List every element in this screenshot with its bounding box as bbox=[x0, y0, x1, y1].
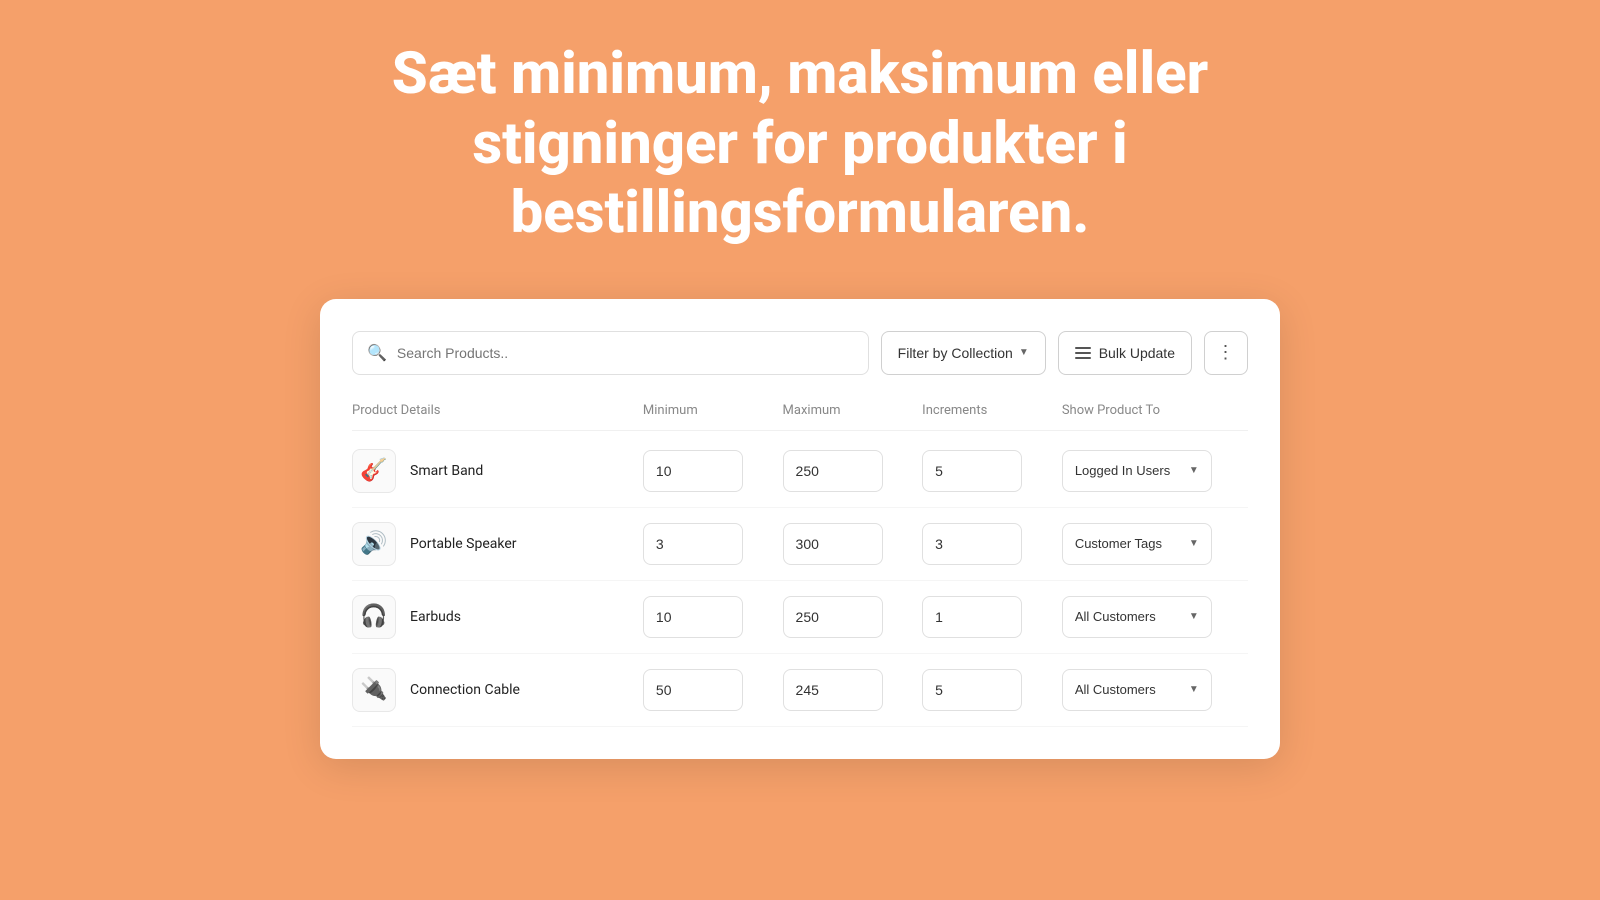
minimum-input-1[interactable] bbox=[643, 523, 743, 565]
filter-label: Filter by Collection bbox=[898, 345, 1013, 361]
increments-cell-0 bbox=[922, 450, 1062, 492]
table-row: 🔌 Connection Cable All Customers ▼ bbox=[352, 654, 1248, 727]
show-to-dropdown-0[interactable]: Logged In Users ▼ bbox=[1062, 450, 1212, 492]
maximum-input-3[interactable] bbox=[783, 669, 883, 711]
col-increments: Increments bbox=[922, 403, 1062, 418]
show-to-label-3: All Customers bbox=[1075, 682, 1156, 697]
show-to-chevron-1: ▼ bbox=[1189, 538, 1199, 549]
table-row: 🎸 Smart Band Logged In Users ▼ bbox=[352, 435, 1248, 508]
maximum-input-2[interactable] bbox=[783, 596, 883, 638]
maximum-cell-1 bbox=[783, 523, 923, 565]
more-options-button[interactable]: ⋮ bbox=[1204, 331, 1248, 375]
col-show-to: Show Product To bbox=[1062, 403, 1248, 418]
maximum-cell-2 bbox=[783, 596, 923, 638]
maximum-cell-3 bbox=[783, 669, 923, 711]
product-card: 🔍 Filter by Collection ▼ Bulk Update ⋮ P… bbox=[320, 299, 1280, 759]
product-name-2: Earbuds bbox=[410, 609, 461, 625]
show-to-cell-1: Customer Tags ▼ bbox=[1062, 523, 1248, 565]
show-to-cell-3: All Customers ▼ bbox=[1062, 669, 1248, 711]
show-to-cell-0: Logged In Users ▼ bbox=[1062, 450, 1248, 492]
show-to-label-2: All Customers bbox=[1075, 609, 1156, 624]
minimum-input-3[interactable] bbox=[643, 669, 743, 711]
show-to-chevron-3: ▼ bbox=[1189, 684, 1199, 695]
minimum-input-0[interactable] bbox=[643, 450, 743, 492]
table-row: 🔊 Portable Speaker Customer Tags ▼ bbox=[352, 508, 1248, 581]
more-icon: ⋮ bbox=[1217, 342, 1236, 363]
minimum-cell-1 bbox=[643, 523, 783, 565]
increments-cell-1 bbox=[922, 523, 1062, 565]
show-to-dropdown-2[interactable]: All Customers ▼ bbox=[1062, 596, 1212, 638]
minimum-input-2[interactable] bbox=[643, 596, 743, 638]
maximum-input-0[interactable] bbox=[783, 450, 883, 492]
product-cell-1: 🔊 Portable Speaker bbox=[352, 522, 643, 566]
bulk-update-icon bbox=[1075, 347, 1091, 359]
toolbar: 🔍 Filter by Collection ▼ Bulk Update ⋮ bbox=[352, 331, 1248, 375]
col-maximum: Maximum bbox=[783, 403, 923, 418]
increments-input-3[interactable] bbox=[922, 669, 1022, 711]
product-name-0: Smart Band bbox=[410, 463, 483, 479]
filter-by-collection-button[interactable]: Filter by Collection ▼ bbox=[881, 331, 1046, 375]
minimum-cell-0 bbox=[643, 450, 783, 492]
show-to-cell-2: All Customers ▼ bbox=[1062, 596, 1248, 638]
show-to-dropdown-1[interactable]: Customer Tags ▼ bbox=[1062, 523, 1212, 565]
bulk-label: Bulk Update bbox=[1099, 345, 1175, 361]
hero-line-1: Sæt minimum, maksimum eller bbox=[392, 40, 1208, 108]
minimum-cell-3 bbox=[643, 669, 783, 711]
hero-heading: Sæt minimum, maksimum eller stigninger f… bbox=[392, 40, 1208, 249]
show-to-dropdown-3[interactable]: All Customers ▼ bbox=[1062, 669, 1212, 711]
show-to-label-1: Customer Tags bbox=[1075, 536, 1162, 551]
product-cell-2: 🎧 Earbuds bbox=[352, 595, 643, 639]
product-name-3: Connection Cable bbox=[410, 682, 520, 698]
hero-line-3: bestillingsformularen. bbox=[511, 179, 1090, 247]
product-cell-3: 🔌 Connection Cable bbox=[352, 668, 643, 712]
search-icon: 🔍 bbox=[367, 343, 387, 362]
product-thumb-0: 🎸 bbox=[352, 449, 396, 493]
show-to-label-0: Logged In Users bbox=[1075, 463, 1170, 478]
table-header: Product Details Minimum Maximum Incremen… bbox=[352, 403, 1248, 431]
increments-input-2[interactable] bbox=[922, 596, 1022, 638]
product-name-1: Portable Speaker bbox=[410, 536, 517, 552]
hero-line-2: stigninger for produkter i bbox=[472, 110, 1127, 178]
product-cell-0: 🎸 Smart Band bbox=[352, 449, 643, 493]
product-thumb-1: 🔊 bbox=[352, 522, 396, 566]
show-to-chevron-2: ▼ bbox=[1189, 611, 1199, 622]
increments-cell-2 bbox=[922, 596, 1062, 638]
increments-input-1[interactable] bbox=[922, 523, 1022, 565]
bulk-update-button[interactable]: Bulk Update bbox=[1058, 331, 1192, 375]
product-thumb-3: 🔌 bbox=[352, 668, 396, 712]
product-thumb-2: 🎧 bbox=[352, 595, 396, 639]
minimum-cell-2 bbox=[643, 596, 783, 638]
search-wrapper: 🔍 bbox=[352, 331, 869, 375]
table-row: 🎧 Earbuds All Customers ▼ bbox=[352, 581, 1248, 654]
col-product-details: Product Details bbox=[352, 403, 643, 418]
show-to-chevron-0: ▼ bbox=[1189, 465, 1199, 476]
increments-cell-3 bbox=[922, 669, 1062, 711]
filter-chevron-icon: ▼ bbox=[1019, 347, 1029, 358]
maximum-input-1[interactable] bbox=[783, 523, 883, 565]
increments-input-0[interactable] bbox=[922, 450, 1022, 492]
col-minimum: Minimum bbox=[643, 403, 783, 418]
table-body: 🎸 Smart Band Logged In Users ▼ 🔊 Portabl… bbox=[352, 435, 1248, 727]
search-input[interactable] bbox=[397, 345, 854, 361]
maximum-cell-0 bbox=[783, 450, 923, 492]
